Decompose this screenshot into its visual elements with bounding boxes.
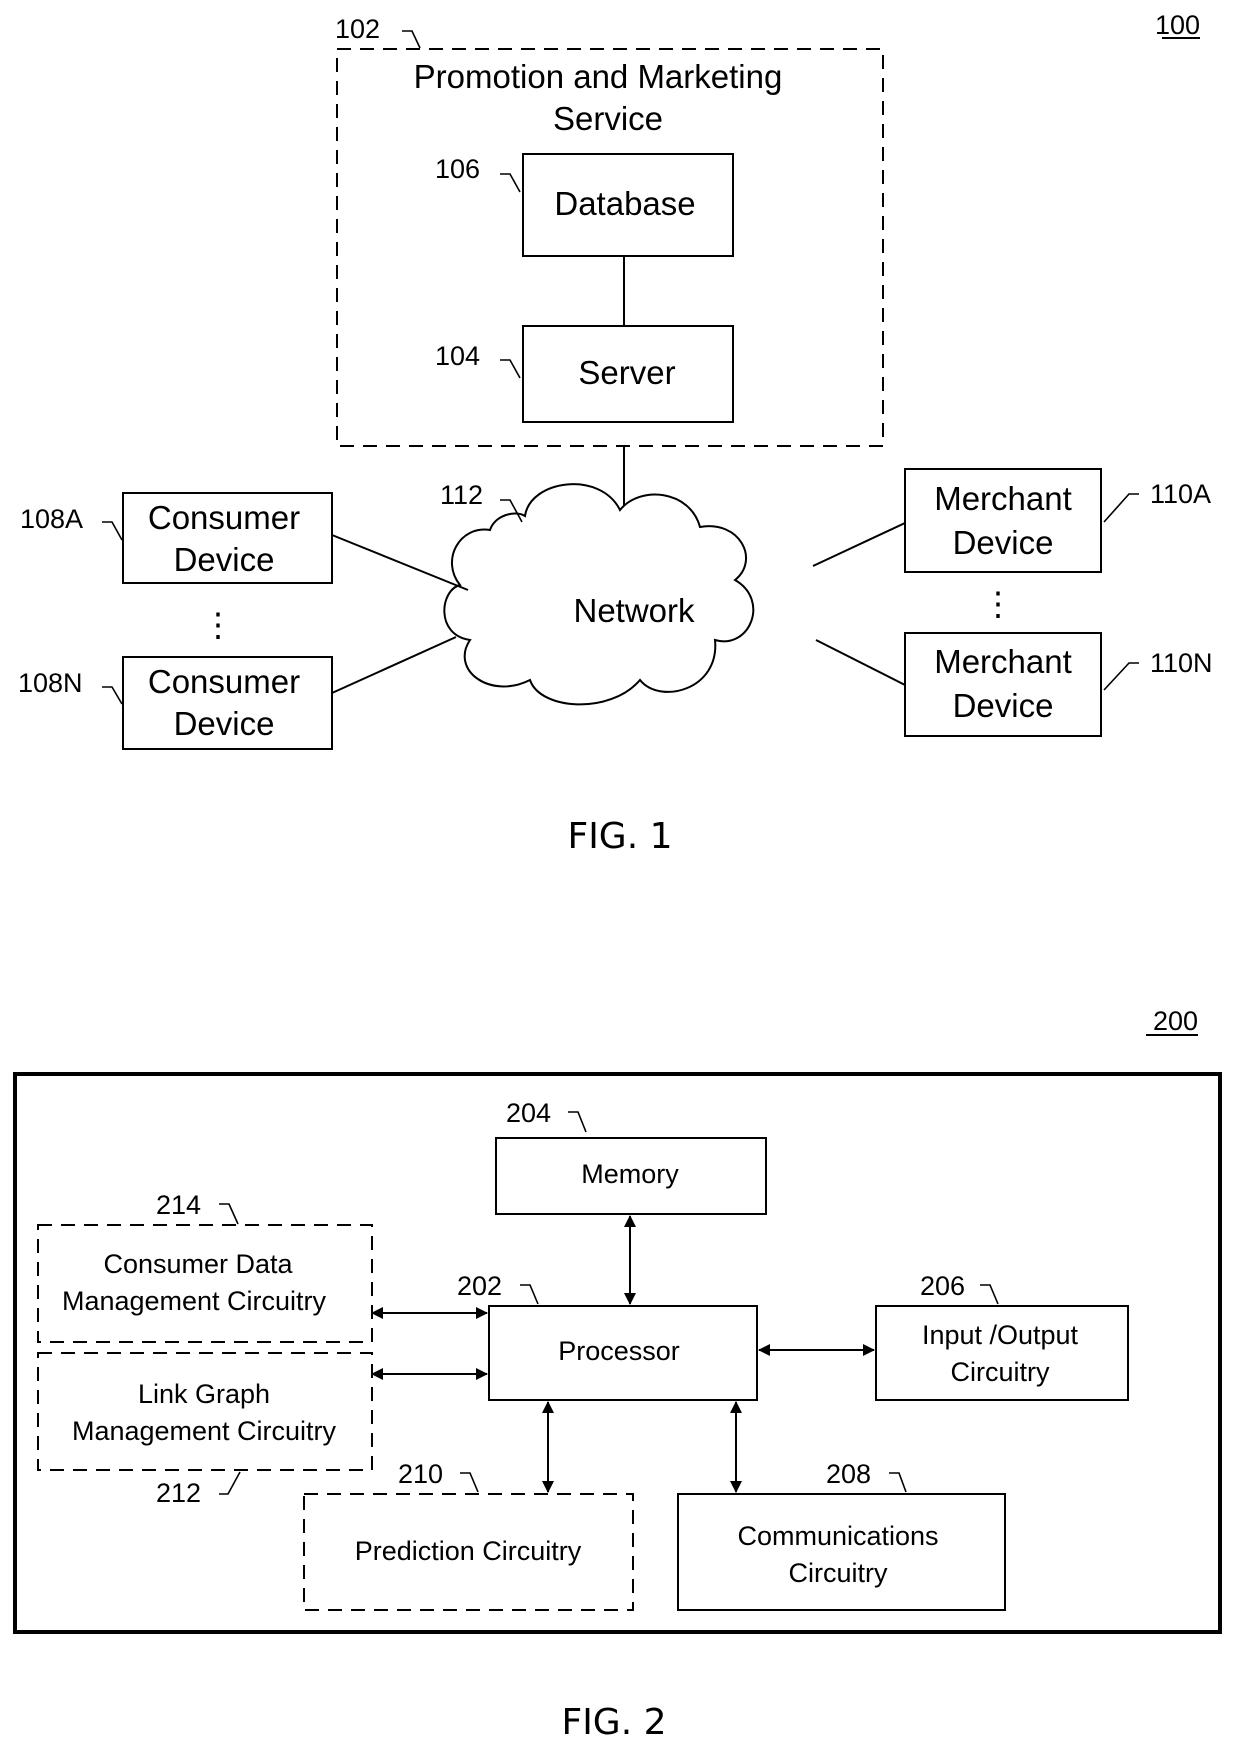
service-ref: 102 xyxy=(335,14,380,44)
memory-ref: 204 xyxy=(506,1098,551,1128)
consumer-n-network-link xyxy=(331,636,457,694)
consumer-data-management-node[interactable]: Consumer Data Management Circuitry 214 xyxy=(37,1190,373,1343)
prediction-ref: 210 xyxy=(398,1459,443,1489)
merchant-device-a-line2: Device xyxy=(953,524,1054,561)
communications-ref: 208 xyxy=(826,1459,871,1489)
prediction-label: Prediction Circuitry xyxy=(355,1536,582,1566)
server-node[interactable]: Server 104 xyxy=(435,325,734,423)
link-graph-line2: Management Circuitry xyxy=(72,1416,337,1446)
communications-circuitry-node[interactable]: Communications Circuitry 208 xyxy=(677,1459,1006,1611)
database-label: Database xyxy=(554,185,695,222)
merchant-device-n-line2: Device xyxy=(953,687,1054,724)
merchant-device-n-leader xyxy=(1103,662,1139,691)
io-line1: Input /Output xyxy=(922,1320,1079,1350)
communications-line2: Circuitry xyxy=(789,1558,888,1588)
server-leader xyxy=(500,359,521,379)
io-ref: 206 xyxy=(920,1271,965,1301)
consumer-device-a-line1: Consumer xyxy=(148,499,300,536)
network-merchant-a-link xyxy=(812,522,906,567)
consumer-device-a[interactable]: Consumer Device 108A xyxy=(20,492,333,584)
consumer-device-n-ref: 108N xyxy=(18,668,83,698)
io-circuitry-node[interactable]: Input /Output Circuitry 206 xyxy=(875,1271,1129,1401)
consumer-data-line1: Consumer Data xyxy=(103,1249,293,1279)
communications-circuitry-box[interactable] xyxy=(677,1493,1006,1611)
consumer-data-leader xyxy=(219,1203,239,1225)
consumer-device-n-line1: Consumer xyxy=(148,663,300,700)
server-label: Server xyxy=(578,354,675,391)
communications-leader xyxy=(889,1472,907,1493)
database-ref: 106 xyxy=(435,154,480,184)
database-leader xyxy=(500,173,521,193)
io-leader xyxy=(980,1284,999,1305)
link-graph-management-node[interactable]: Link Graph Management Circuitry 212 xyxy=(37,1352,373,1508)
consumer-device-n[interactable]: Consumer Device 108N xyxy=(18,656,333,750)
processor-leader xyxy=(520,1284,539,1305)
consumer-device-a-ref: 108A xyxy=(20,504,83,534)
network-label: Network xyxy=(573,592,695,629)
figure-2: 200 Memory 204 Processor 202 Input /Outp… xyxy=(13,1006,1222,1743)
merchant-device-n[interactable]: Merchant Device 110N xyxy=(904,632,1213,737)
consumer-data-management-box[interactable] xyxy=(37,1224,373,1343)
consumer-data-line2: Management Circuitry xyxy=(62,1286,327,1316)
communications-line1: Communications xyxy=(737,1521,938,1551)
network-ref: 112 xyxy=(440,480,483,510)
service-title-line1: Promotion and Marketing xyxy=(414,58,783,95)
figure-1: 100 102 Promotion and Marketing Service … xyxy=(18,10,1213,857)
link-graph-leader xyxy=(219,1471,241,1495)
server-ref: 104 xyxy=(435,341,480,371)
network-merchant-n-link xyxy=(815,639,906,686)
patent-drawing-sheet: 100 102 Promotion and Marketing Service … xyxy=(13,10,1222,1743)
processor-node[interactable]: Processor 202 xyxy=(457,1271,758,1401)
processor-label: Processor xyxy=(558,1336,680,1366)
merchant-ellipsis: ⋮ xyxy=(982,585,1015,622)
figure-1-ref-numeral: 100 xyxy=(1155,10,1200,40)
io-line2: Circuitry xyxy=(951,1357,1050,1387)
merchant-device-a-leader xyxy=(1103,493,1139,523)
merchant-device-n-line1: Merchant xyxy=(934,643,1072,680)
service-leader xyxy=(402,30,421,49)
consumer-device-a-line2: Device xyxy=(174,541,275,578)
link-graph-ref: 212 xyxy=(156,1478,201,1508)
merchant-device-n-ref: 110N xyxy=(1150,648,1213,678)
figure-1-caption: FIG. 1 xyxy=(567,816,672,857)
figure-2-ref-numeral: 200 xyxy=(1153,1006,1198,1036)
memory-label: Memory xyxy=(581,1159,679,1189)
merchant-device-a-ref: 110A xyxy=(1150,479,1211,509)
database-node[interactable]: Database 106 xyxy=(435,153,734,257)
prediction-circuitry-node[interactable]: Prediction Circuitry 210 xyxy=(303,1459,634,1611)
link-graph-line1: Link Graph xyxy=(138,1379,270,1409)
processor-ref: 202 xyxy=(457,1271,502,1301)
consumer-device-a-leader xyxy=(102,521,123,541)
consumer-device-n-line2: Device xyxy=(174,705,275,742)
link-graph-management-box[interactable] xyxy=(37,1352,373,1471)
prediction-leader xyxy=(460,1472,479,1493)
service-title-line2: Service xyxy=(553,100,663,137)
consumer-device-n-leader xyxy=(102,686,123,705)
consumer-ellipsis: ⋮ xyxy=(202,606,235,643)
memory-node[interactable]: Memory 204 xyxy=(495,1098,767,1215)
consumer-a-network-link xyxy=(331,534,469,591)
consumer-data-ref: 214 xyxy=(156,1190,201,1220)
network-node[interactable]: Network 112 xyxy=(440,480,755,706)
merchant-device-a[interactable]: Merchant Device 110A xyxy=(904,468,1211,573)
memory-leader xyxy=(568,1111,587,1133)
figure-2-caption: FIG. 2 xyxy=(561,1702,666,1743)
merchant-device-a-line1: Merchant xyxy=(934,480,1072,517)
